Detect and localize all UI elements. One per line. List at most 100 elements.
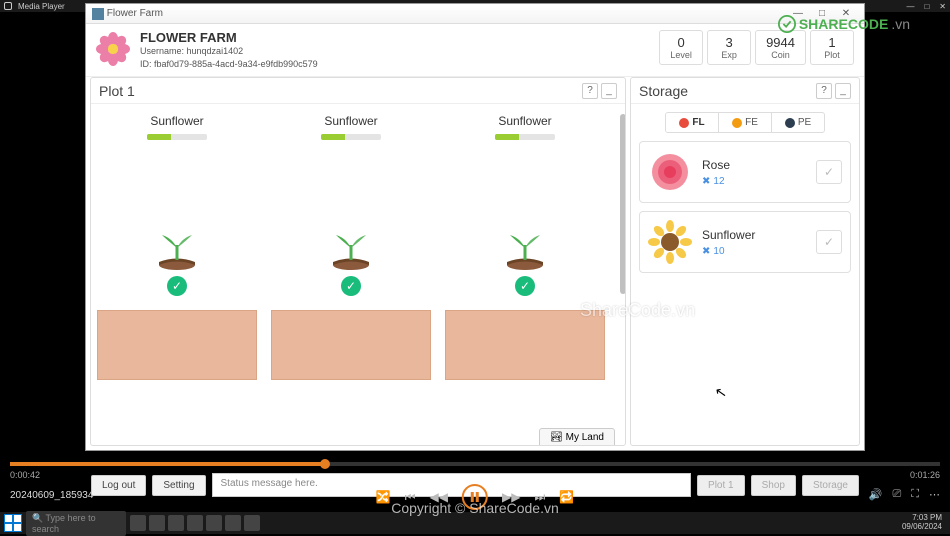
cast-icon[interactable]: ⎚ — [892, 488, 901, 501]
tab-pe[interactable]: PE — [771, 113, 824, 132]
plot-minimize-button[interactable]: _ — [601, 83, 617, 99]
plant-name: Sunflower — [150, 114, 203, 128]
plant-name: Sunflower — [324, 114, 377, 128]
taskbar-app-icon[interactable] — [168, 515, 184, 531]
plant-sprite — [326, 150, 376, 270]
header-text: FLOWER FARM Username: hunqdzai1402 ID: f… — [140, 30, 649, 70]
player-app-label: Media Player — [18, 2, 65, 11]
home-icon[interactable] — [4, 2, 12, 10]
video-progress-fill — [10, 462, 326, 466]
sprout-icon — [152, 230, 202, 270]
tab-fe[interactable]: FE — [718, 113, 771, 132]
window-minimize-button[interactable]: — — [786, 8, 810, 19]
id-label: ID: — [140, 59, 152, 69]
nav-plot1-button[interactable]: Plot 1 — [697, 475, 745, 496]
check-icon[interactable]: ✓ — [341, 276, 361, 296]
start-button[interactable] — [4, 514, 22, 532]
video-progress-bar[interactable] — [10, 462, 940, 466]
storage-panel: Storage ? _ FL FE PE — [630, 77, 860, 446]
storage-item-sunflower[interactable]: Sunflower ✖ 10 ✓ — [639, 211, 851, 273]
player-right-controls: 🔊 ⎚ ⛶ ⋯ — [869, 488, 940, 501]
app-header: FLOWER FARM Username: hunqdzai1402 ID: f… — [86, 24, 864, 77]
taskbar-app-icon[interactable] — [149, 515, 165, 531]
window-titlebar[interactable]: Flower Farm — □ ✕ — [86, 4, 864, 24]
storage-tabs: FL FE PE — [665, 112, 825, 133]
taskbar-app-icon[interactable] — [187, 515, 203, 531]
main-panels: Plot 1 ? _ Sunflower — [86, 77, 864, 450]
username-label: Username: — [140, 46, 184, 56]
app-title: FLOWER FARM — [140, 30, 649, 45]
storage-item-check[interactable]: ✓ — [816, 230, 842, 254]
stat-exp: 3Exp — [707, 30, 751, 65]
empty-plot[interactable] — [97, 310, 257, 380]
repeat-icon[interactable]: 🔁 — [559, 490, 574, 504]
window-title: Flower Farm — [107, 8, 163, 19]
storage-body: FL FE PE Rose ✖ 12 ✓ — [631, 104, 859, 445]
forward-icon[interactable]: ▶▶ — [502, 490, 520, 504]
storage-panel-header: Storage ? _ — [631, 78, 859, 104]
video-file-name: 20240609_185934 — [10, 490, 93, 501]
next-icon[interactable]: ⏭ — [534, 490, 545, 505]
storage-help-button[interactable]: ? — [816, 83, 832, 99]
check-icon[interactable]: ✓ — [515, 276, 535, 296]
os-close-icon[interactable]: ✕ — [939, 2, 946, 11]
scrollbar-thumb[interactable] — [620, 114, 625, 294]
growth-progress — [147, 134, 207, 140]
empty-plot[interactable] — [445, 310, 605, 380]
plot-help-button[interactable]: ? — [582, 83, 598, 99]
os-maximize-icon[interactable]: □ — [924, 2, 929, 11]
logout-button[interactable]: Log out — [91, 475, 146, 496]
os-minimize-icon[interactable]: — — [906, 2, 914, 11]
storage-panel-title: Storage — [639, 83, 688, 99]
plot-panel: Plot 1 ? _ Sunflower — [90, 77, 626, 446]
volume-icon[interactable]: 🔊 — [869, 488, 883, 501]
stat-coin: 9944Coin — [755, 30, 806, 65]
plot-panel-header: Plot 1 ? _ — [91, 78, 625, 104]
window-close-button[interactable]: ✕ — [834, 8, 858, 19]
growth-progress — [495, 134, 555, 140]
storage-minimize-button[interactable]: _ — [835, 83, 851, 99]
taskbar-app-icon[interactable] — [206, 515, 222, 531]
username-value: hunqdzai1402 — [187, 46, 244, 56]
taskbar-clock[interactable]: 7:03 PM 09/06/2024 — [902, 514, 946, 532]
storage-item-rose[interactable]: Rose ✖ 12 ✓ — [639, 141, 851, 203]
plots-area[interactable]: Sunflower ✓ — [91, 104, 625, 445]
video-time-current: 0:00:42 — [10, 470, 40, 480]
plant-sprite — [500, 150, 550, 270]
sunflower-icon — [648, 220, 692, 264]
plant-name: Sunflower — [498, 114, 551, 128]
more-icon[interactable]: ⋯ — [929, 488, 940, 501]
plant-card[interactable]: Sunflower ✓ — [271, 114, 431, 296]
stat-level: 0Level — [659, 30, 703, 65]
check-icon[interactable]: ✓ — [167, 276, 187, 296]
fullscreen-icon[interactable]: ⛶ — [911, 488, 919, 501]
window-maximize-button[interactable]: □ — [810, 8, 834, 19]
taskbar-app-icon[interactable] — [130, 515, 146, 531]
plant-card[interactable]: Sunflower ✓ — [445, 114, 605, 296]
nav-shop-button[interactable]: Shop — [751, 475, 796, 496]
my-land-button[interactable]: 🏞 My Land — [539, 428, 615, 445]
nav-storage-button[interactable]: Storage — [802, 475, 859, 496]
stats-row: 0Level 3Exp 9944Coin 1Plot — [659, 30, 854, 65]
tab-fl[interactable]: FL — [666, 113, 718, 132]
prev-icon[interactable]: ⏮ — [405, 490, 416, 505]
shuffle-icon[interactable]: 🔀 — [376, 490, 391, 504]
rewind-icon[interactable]: ◀◀ — [430, 490, 448, 504]
plant-card[interactable]: Sunflower ✓ — [97, 114, 257, 296]
taskbar-search[interactable]: 🔍 Type here to search — [26, 511, 126, 536]
java-icon — [92, 8, 104, 20]
windows-taskbar[interactable]: 🔍 Type here to search 7:03 PM 09/06/2024 — [0, 512, 950, 534]
setting-button[interactable]: Setting — [152, 475, 205, 496]
plot-panel-title: Plot 1 — [99, 83, 135, 99]
flower-farm-window: Flower Farm — □ ✕ FLOWER FARM Username: … — [85, 3, 865, 451]
media-player-shell: Media Player — □ ✕ Flower Farm — □ ✕ FLO — [0, 0, 950, 534]
taskbar-apps — [130, 515, 260, 531]
rose-icon — [648, 150, 692, 194]
storage-item-check[interactable]: ✓ — [816, 160, 842, 184]
play-pause-button[interactable] — [462, 484, 488, 510]
player-controls: 🔀 ⏮ ◀◀ ▶▶ ⏭ 🔁 — [376, 484, 574, 510]
video-time-total: 0:01:26 — [910, 470, 940, 480]
taskbar-app-icon[interactable] — [225, 515, 241, 531]
taskbar-app-icon[interactable] — [244, 515, 260, 531]
empty-plot[interactable] — [271, 310, 431, 380]
